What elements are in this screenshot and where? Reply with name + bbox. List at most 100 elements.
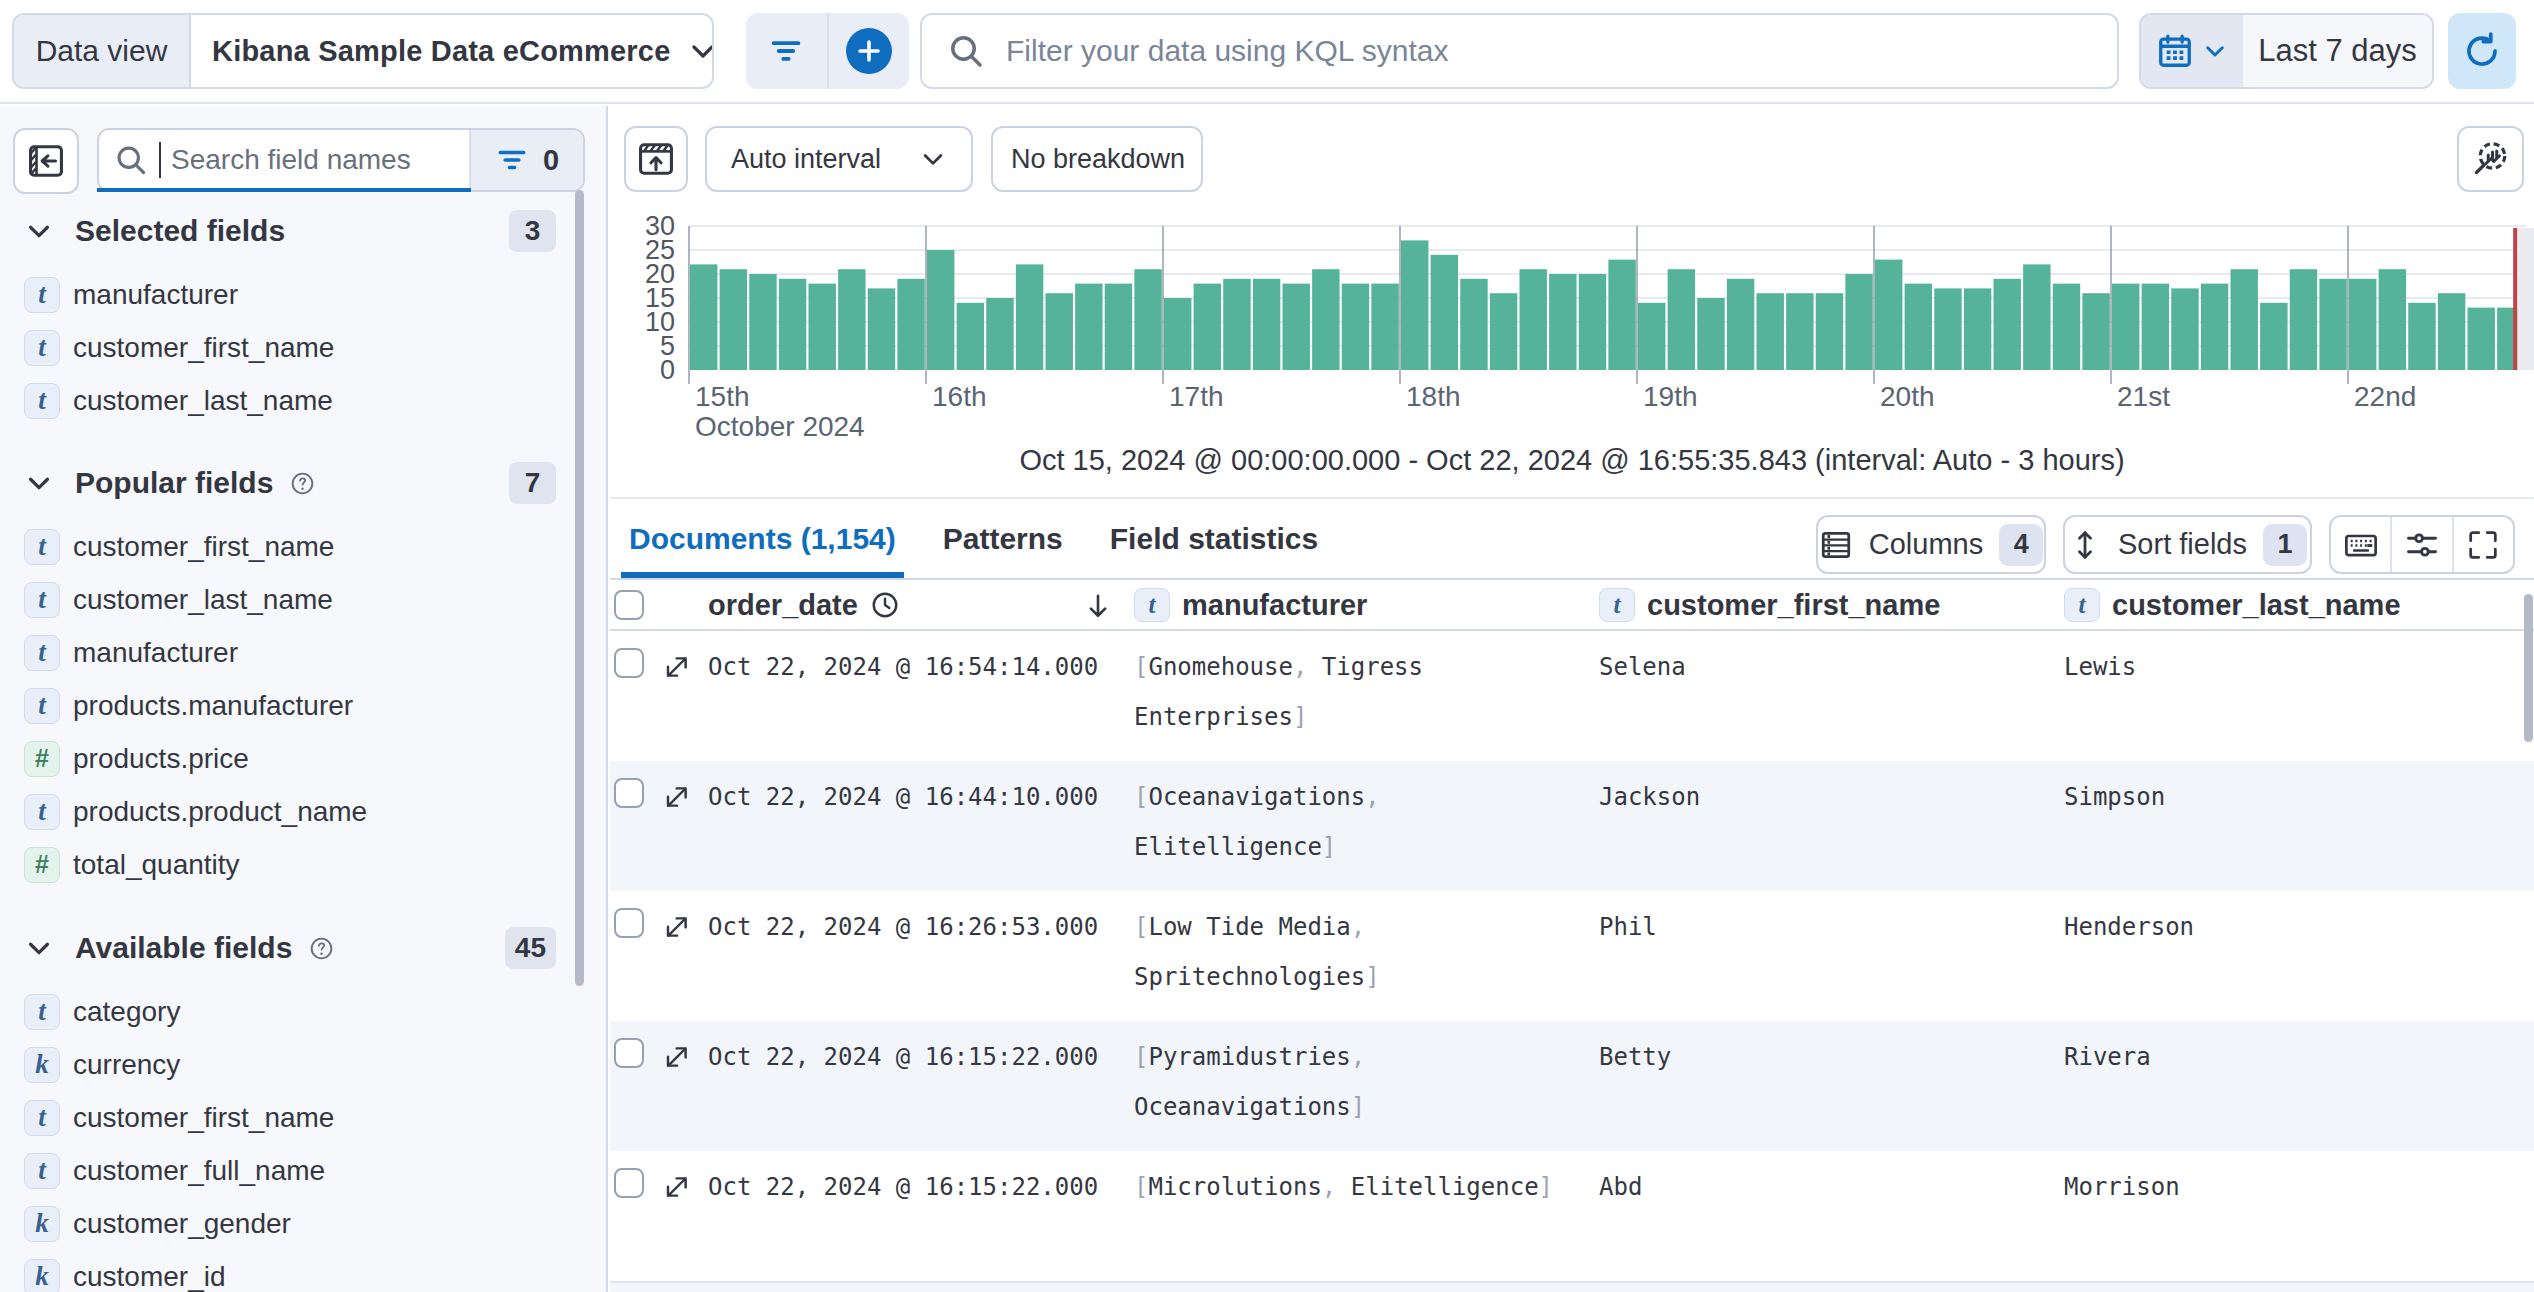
table-row[interactable]: Oct 22, 2024 @ 16:54:14.000[Gnomehouse, … bbox=[610, 631, 2534, 761]
histogram-bar[interactable] bbox=[1697, 298, 1724, 370]
histogram-bar[interactable] bbox=[1994, 279, 2021, 370]
histogram-bar[interactable] bbox=[809, 284, 836, 370]
table-row[interactable]: Oct 22, 2024 @ 16:15:22.000[Microlutions… bbox=[610, 1151, 2534, 1281]
field-list-item[interactable]: #products.price bbox=[24, 732, 556, 785]
field-list-item[interactable]: tcustomer_full_name bbox=[24, 1144, 556, 1197]
field-list-item[interactable]: tcustomer_last_name bbox=[24, 374, 556, 427]
display-options-button[interactable] bbox=[2390, 517, 2451, 572]
histogram-bar[interactable] bbox=[1312, 269, 1339, 370]
column-header-customer_last_name[interactable]: tcustomer_last_name bbox=[2064, 581, 2401, 629]
field-list-item[interactable]: tproducts.product_name bbox=[24, 785, 556, 838]
histogram-interval-select[interactable]: Auto interval bbox=[705, 126, 973, 192]
fullscreen-button[interactable] bbox=[2452, 517, 2513, 572]
histogram-bar[interactable] bbox=[1401, 240, 1428, 370]
expand-document-button[interactable] bbox=[662, 1042, 692, 1072]
tab-documents[interactable]: Documents (1,154) bbox=[621, 499, 904, 578]
histogram-breakdown-select[interactable]: No breakdown bbox=[991, 126, 1203, 192]
table-row[interactable]: Oct 22, 2024 @ 16:44:10.000[Oceanavigati… bbox=[610, 761, 2534, 891]
table-row[interactable]: Oct 22, 2024 @ 16:26:53.000[Low Tide Med… bbox=[610, 891, 2534, 1021]
row-checkbox[interactable] bbox=[614, 1038, 644, 1068]
histogram-bar[interactable] bbox=[2171, 288, 2198, 370]
field-list-item[interactable]: tcustomer_last_name bbox=[24, 573, 556, 626]
field-list-item[interactable]: tproducts.manufacturer bbox=[24, 679, 556, 732]
row-checkbox[interactable] bbox=[614, 648, 644, 678]
histogram-bar[interactable] bbox=[720, 269, 747, 370]
histogram-bar[interactable] bbox=[1194, 284, 1221, 370]
sort-fields-button[interactable]: Sort fields 1 bbox=[2063, 515, 2312, 574]
select-all-checkbox[interactable] bbox=[614, 581, 644, 629]
histogram-bar[interactable] bbox=[2349, 279, 2376, 370]
table-row[interactable]: Oct 22, 2024 @ 16:15:22.000[Pyramidustri… bbox=[610, 1021, 2534, 1151]
field-list-item[interactable]: kcustomer_id bbox=[24, 1250, 556, 1292]
tab-field-statistics[interactable]: Field statistics bbox=[1102, 499, 1326, 578]
histogram-bar[interactable] bbox=[2290, 269, 2317, 370]
histogram-bar[interactable] bbox=[957, 303, 984, 370]
field-list-item[interactable]: tcategory bbox=[24, 985, 556, 1038]
row-checkbox[interactable] bbox=[614, 1168, 644, 1198]
histogram-bar[interactable] bbox=[1638, 303, 1665, 370]
histogram-bar[interactable] bbox=[1845, 274, 1872, 370]
collapse-sidebar-button[interactable] bbox=[13, 128, 79, 194]
field-section-header[interactable]: Available fields45 bbox=[24, 923, 556, 973]
columns-button[interactable]: Columns 4 bbox=[1816, 515, 2046, 574]
histogram-bar[interactable] bbox=[927, 250, 954, 370]
histogram-bar[interactable] bbox=[1016, 264, 1043, 370]
histogram-bar[interactable] bbox=[2142, 284, 2169, 370]
histogram-bar[interactable] bbox=[2260, 303, 2287, 370]
histogram-bar[interactable] bbox=[986, 298, 1013, 370]
field-list-item[interactable]: tcustomer_first_name bbox=[24, 321, 556, 374]
histogram-bar[interactable] bbox=[1757, 293, 1784, 370]
histogram-bar[interactable] bbox=[1875, 260, 1902, 370]
expand-document-button[interactable] bbox=[662, 782, 692, 812]
histogram-bar[interactable] bbox=[1253, 279, 1280, 370]
histogram-bar[interactable] bbox=[868, 288, 895, 370]
histogram-bar[interactable] bbox=[1934, 288, 1961, 370]
histogram-bar[interactable] bbox=[2408, 303, 2435, 370]
histogram-bar[interactable] bbox=[2112, 284, 2139, 370]
add-filter-button[interactable] bbox=[827, 13, 910, 89]
histogram-bar[interactable] bbox=[1223, 279, 1250, 370]
hide-chart-button[interactable] bbox=[624, 126, 688, 192]
row-checkbox[interactable] bbox=[614, 778, 644, 808]
sidebar-scrollbar[interactable] bbox=[575, 190, 584, 986]
histogram-bar[interactable] bbox=[1342, 284, 1369, 370]
expand-document-button[interactable] bbox=[662, 1172, 692, 1202]
histogram-bar[interactable] bbox=[1964, 288, 1991, 370]
histogram-bar[interactable] bbox=[690, 264, 717, 370]
expand-document-button[interactable] bbox=[662, 652, 692, 682]
refresh-query-button[interactable] bbox=[2448, 13, 2516, 89]
field-filter-button[interactable]: 0 bbox=[469, 130, 583, 190]
field-list-item[interactable]: kcustomer_gender bbox=[24, 1197, 556, 1250]
histogram-bar[interactable] bbox=[1046, 293, 1073, 370]
histogram-bar[interactable] bbox=[2319, 279, 2346, 370]
histogram-bar[interactable] bbox=[2082, 293, 2109, 370]
keyboard-shortcuts-button[interactable] bbox=[2331, 517, 2390, 572]
expand-document-button[interactable] bbox=[662, 912, 692, 942]
histogram-bar[interactable] bbox=[1371, 284, 1398, 370]
field-list-item[interactable]: tmanufacturer bbox=[24, 268, 556, 321]
edit-visualization-button[interactable] bbox=[2457, 126, 2524, 192]
column-header-customer_first_name[interactable]: tcustomer_first_name bbox=[1599, 581, 1940, 629]
field-list-item[interactable]: #total_quantity bbox=[24, 838, 556, 891]
tab-patterns[interactable]: Patterns bbox=[935, 499, 1071, 578]
data-view-picker[interactable]: Data view Kibana Sample Data eCommerce bbox=[12, 13, 714, 89]
field-section-header[interactable]: Selected fields3 bbox=[24, 206, 556, 256]
histogram-bar[interactable] bbox=[1075, 284, 1102, 370]
histogram-bar[interactable] bbox=[2438, 293, 2465, 370]
histogram-bar[interactable] bbox=[1816, 293, 1843, 370]
histogram-bar[interactable] bbox=[1283, 284, 1310, 370]
histogram-bar[interactable] bbox=[1608, 260, 1635, 370]
field-list-item[interactable]: kcurrency bbox=[24, 1038, 556, 1091]
histogram-bar[interactable] bbox=[2231, 269, 2258, 370]
column-header-manufacturer[interactable]: tmanufacturer bbox=[1134, 581, 1367, 629]
histogram-bar[interactable] bbox=[1786, 293, 1813, 370]
histogram-bar[interactable] bbox=[838, 269, 865, 370]
histogram-bar[interactable] bbox=[2379, 269, 2406, 370]
histogram-bar[interactable] bbox=[897, 279, 924, 370]
histogram-bar[interactable] bbox=[1134, 269, 1161, 370]
field-list-item[interactable]: tmanufacturer bbox=[24, 626, 556, 679]
field-list-item[interactable]: tcustomer_first_name bbox=[24, 1091, 556, 1144]
histogram-bar[interactable] bbox=[2201, 284, 2228, 370]
histogram-bar[interactable] bbox=[2023, 264, 2050, 370]
row-checkbox[interactable] bbox=[614, 908, 644, 938]
